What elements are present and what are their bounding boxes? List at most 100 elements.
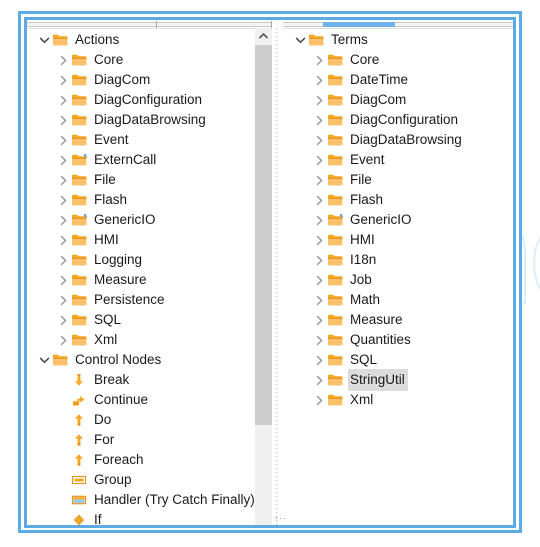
expander-expand[interactable] [311, 230, 327, 250]
tree-node-terms[interactable]: Terms [292, 30, 513, 50]
expander-expand[interactable] [311, 90, 327, 110]
expander-expand[interactable] [55, 150, 71, 170]
tree-node-handler-try-catch-finally[interactable]: Handler (Try Catch Finally) [55, 490, 278, 510]
tree-node-logging[interactable]: Logging [55, 250, 278, 270]
tree-node-sql[interactable]: SQL [55, 310, 278, 330]
expander-expand[interactable] [55, 290, 71, 310]
expander-collapse[interactable] [36, 30, 52, 50]
expander-expand[interactable] [311, 370, 327, 390]
tree-node-hmi[interactable]: HMI [311, 230, 513, 250]
tree-node-diagconfiguration[interactable]: DiagConfiguration [55, 90, 278, 110]
expander-expand[interactable] [311, 270, 327, 290]
expander-expand[interactable] [311, 210, 327, 230]
tree-node-sql[interactable]: SQL [311, 350, 513, 370]
expander-expand[interactable] [311, 350, 327, 370]
tree-node-hmi[interactable]: HMI [55, 230, 278, 250]
expander-expand[interactable] [55, 330, 71, 350]
tree-node-event[interactable]: Event [55, 130, 278, 150]
horizontal-scrollbar-right[interactable] [283, 20, 513, 29]
tree-node-diagcom[interactable]: DiagCom [311, 90, 513, 110]
horizontal-scrollbar-left[interactable] [27, 20, 272, 29]
folder-icon [308, 32, 326, 48]
tree-node-quantities[interactable]: Quantities [311, 330, 513, 350]
tree-node-job[interactable]: Job [311, 270, 513, 290]
splitter-grip[interactable]: ··· [275, 514, 286, 523]
expander-expand[interactable] [55, 250, 71, 270]
expander-expand[interactable] [311, 290, 327, 310]
tree-node-math[interactable]: Math [311, 290, 513, 310]
tree-node-flash[interactable]: Flash [311, 190, 513, 210]
expander-expand[interactable] [311, 390, 327, 410]
expander-expand[interactable] [55, 130, 71, 150]
expander-expand[interactable] [311, 170, 327, 190]
expander-expand[interactable] [311, 250, 327, 270]
hscroll-track-right[interactable] [283, 22, 513, 27]
tree-node-genericio[interactable]: s GenericIO [55, 210, 278, 230]
hscroll-track-left[interactable] [27, 22, 272, 27]
tree-node-actions[interactable]: Actions [36, 30, 278, 50]
tree-node-label: SQL [350, 352, 378, 367]
panel-splitter[interactable]: ··· [274, 28, 286, 525]
tree-node-for[interactable]: For [55, 430, 278, 450]
folder-icon [328, 374, 343, 386]
tree-node-stringutil[interactable]: StringUtil [311, 369, 513, 391]
expander-expand[interactable] [55, 270, 71, 290]
expander-collapse[interactable] [36, 350, 52, 370]
chevron-right-icon [60, 175, 67, 186]
tree-node-foreach[interactable]: Foreach [55, 450, 278, 470]
expander-expand[interactable] [55, 210, 71, 230]
expander-expand[interactable] [311, 50, 327, 70]
expander-expand[interactable] [311, 310, 327, 330]
scroll-up-button[interactable] [255, 28, 272, 45]
tree-node-xml[interactable]: Xml [311, 390, 513, 410]
tree-node-datetime[interactable]: DateTime [311, 70, 513, 90]
expander-expand[interactable] [55, 110, 71, 130]
tree-node-do[interactable]: Do [55, 410, 278, 430]
expander-expand[interactable] [55, 230, 71, 250]
tree-node-diagconfiguration[interactable]: DiagConfiguration [311, 110, 513, 130]
tree-node-genericio[interactable]: s GenericIO [311, 210, 513, 230]
tree-node-diagcom[interactable]: DiagCom [55, 70, 278, 90]
tree-node-group[interactable]: Group [55, 470, 278, 490]
tree-node-diagdatabrowsing[interactable]: DiagDataBrowsing [311, 130, 513, 150]
actions-tree-list[interactable]: Actions Core DiagCom DiagConfiguration DiagD… [27, 30, 278, 525]
tree-node-i18n[interactable]: I18n [311, 250, 513, 270]
tree-node-event[interactable]: Event [311, 150, 513, 170]
expander-expand[interactable] [55, 50, 71, 70]
tree-node-core[interactable]: Core [311, 50, 513, 70]
expander-expand[interactable] [55, 310, 71, 330]
tree-node-flash[interactable]: Flash [55, 190, 278, 210]
tree-node-persistence[interactable]: Persistence [55, 290, 278, 310]
chevron-right-icon [316, 235, 323, 246]
expander-expand[interactable] [311, 130, 327, 150]
expander-collapse[interactable] [292, 30, 308, 50]
folder-icon [309, 34, 324, 46]
tree-node-measure[interactable]: Measure [55, 270, 278, 290]
tree-node-continue[interactable]: Continue [55, 390, 278, 410]
tree-node-control-nodes[interactable]: Control Nodes [36, 350, 278, 370]
tree-node-break[interactable]: Break [55, 370, 278, 390]
tree-node-core[interactable]: Core [55, 50, 278, 70]
expander-expand[interactable] [311, 330, 327, 350]
expander-expand[interactable] [311, 110, 327, 130]
tree-node-diagdatabrowsing[interactable]: DiagDataBrowsing [55, 110, 278, 130]
tree-node-file[interactable]: File [55, 170, 278, 190]
expander-expand[interactable] [311, 190, 327, 210]
tree-node-externcall[interactable]: s ExternCall [55, 150, 278, 170]
vertical-scroll-thumb[interactable] [255, 45, 272, 425]
tree-node-if[interactable]: If [55, 510, 278, 525]
expander-expand[interactable] [311, 150, 327, 170]
tree-node-measure[interactable]: Measure [311, 310, 513, 330]
expander-expand[interactable] [311, 70, 327, 90]
expander-expand[interactable] [55, 70, 71, 90]
expander-expand[interactable] [55, 90, 71, 110]
expander-expand[interactable] [55, 190, 71, 210]
tree-node-label: Xml [94, 332, 118, 347]
hscroll-thumb-right[interactable] [323, 22, 395, 27]
tree-node-file[interactable]: File [311, 170, 513, 190]
expander-expand[interactable] [55, 170, 71, 190]
vertical-scrollbar-left[interactable] [255, 28, 272, 525]
tree-node-xml[interactable]: Xml [55, 330, 278, 350]
terms-tree-list[interactable]: Terms Core DateTime DiagCom DiagConfiguratio… [283, 30, 513, 410]
folder-icon [52, 352, 70, 368]
